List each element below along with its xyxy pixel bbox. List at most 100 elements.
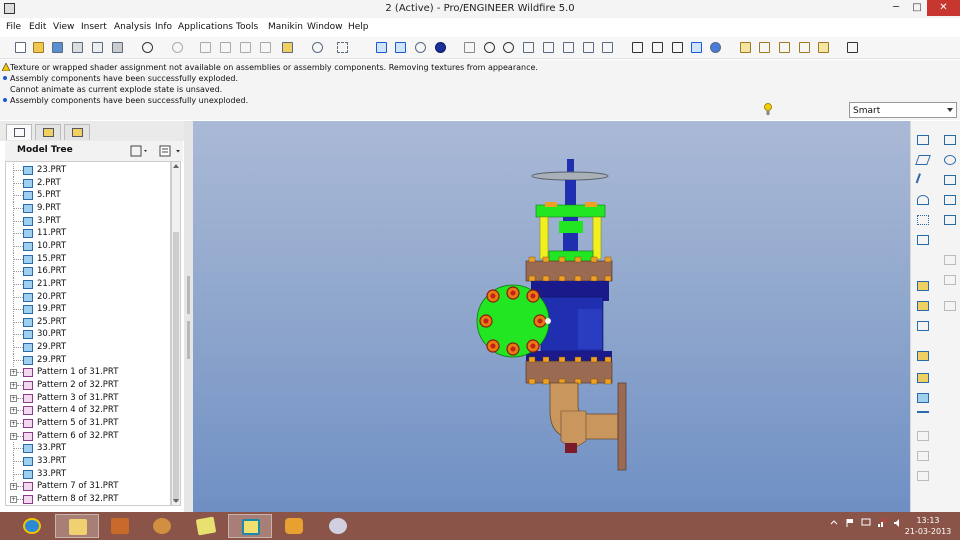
tree-item[interactable]: 3.PRT: [6, 214, 170, 228]
hidden-line-icon[interactable]: [650, 40, 665, 55]
expand-icon[interactable]: +: [10, 483, 17, 491]
show-icon[interactable]: [158, 144, 184, 158]
find-icon[interactable]: [310, 40, 325, 55]
explorer-icon[interactable]: [55, 514, 99, 538]
regenerate-icon[interactable]: [280, 40, 295, 55]
repaint-icon[interactable]: [393, 40, 408, 55]
undo-icon[interactable]: [140, 40, 155, 55]
menu-help[interactable]: Help: [348, 22, 369, 32]
tree-item[interactable]: + Pattern 8 of 32.PRT: [6, 493, 170, 505]
tree-item[interactable]: 11.PRT: [6, 227, 170, 241]
menu-info[interactable]: Info: [155, 22, 172, 32]
expand-icon[interactable]: +: [10, 495, 17, 503]
copy-icon[interactable]: [218, 40, 233, 55]
menu-view[interactable]: View: [53, 22, 74, 32]
open-icon[interactable]: [31, 40, 46, 55]
tree-item[interactable]: 33.PRT: [6, 454, 170, 468]
hole-tool-icon[interactable]: [943, 299, 957, 313]
flag-icon[interactable]: [845, 518, 855, 528]
tree-item[interactable]: + Pattern 2 of 32.PRT: [6, 379, 170, 392]
orient-mode-icon[interactable]: [462, 40, 477, 55]
expand-icon[interactable]: +: [10, 382, 17, 390]
tree-item[interactable]: + Pattern 7 of 31.PRT: [6, 480, 170, 493]
scroll-thumb[interactable]: [173, 232, 179, 502]
cut-tool-icon[interactable]: [916, 409, 930, 423]
datum-points-icon[interactable]: [777, 40, 792, 55]
skeleton-icon[interactable]: [916, 391, 930, 405]
graphics-window[interactable]: [193, 121, 910, 512]
cut-icon[interactable]: [198, 40, 213, 55]
valve-assembly-model[interactable]: [193, 121, 910, 512]
splitter-grip[interactable]: [187, 321, 190, 359]
tree-item[interactable]: 10.PRT: [6, 239, 170, 253]
new-icon[interactable]: [13, 40, 28, 55]
wireframe-icon[interactable]: [630, 40, 645, 55]
scroll-up-icon[interactable]: [173, 164, 179, 168]
tree-item[interactable]: 15.PRT: [6, 252, 170, 266]
expand-icon[interactable]: +: [10, 369, 17, 377]
print-icon[interactable]: [70, 40, 85, 55]
tree-item[interactable]: + Pattern 3 of 31.PRT: [6, 392, 170, 405]
tree-item[interactable]: 23.PRT: [6, 164, 170, 177]
annotations-icon[interactable]: [816, 40, 831, 55]
layers-icon[interactable]: [581, 40, 596, 55]
proe-icon[interactable]: [140, 514, 184, 538]
lightbulb-icon[interactable]: [764, 103, 772, 117]
axis-tool-icon[interactable]: [915, 173, 931, 187]
tree-item[interactable]: 2.PRT: [6, 176, 170, 190]
datum-point-icon[interactable]: [916, 213, 930, 227]
tree-item[interactable]: 25.PRT: [6, 315, 170, 329]
create-component-icon[interactable]: [916, 299, 930, 313]
navigator-splitter[interactable]: [184, 121, 193, 512]
datum-plane-icon[interactable]: [916, 133, 930, 147]
view-manager-icon[interactable]: [600, 40, 615, 55]
round-tool-icon[interactable]: [916, 429, 930, 443]
expand-icon[interactable]: +: [10, 407, 17, 415]
enhanced-realism-icon[interactable]: [708, 40, 723, 55]
notes-icon[interactable]: [184, 514, 228, 538]
model-tree-scrollbar[interactable]: [171, 161, 181, 506]
system-clock[interactable]: 13:13 21-03-2013: [900, 515, 956, 537]
tree-item[interactable]: 20.PRT: [6, 290, 170, 304]
scroll-down-icon[interactable]: [173, 499, 179, 503]
coordinate-tool-icon[interactable]: [943, 173, 957, 187]
minimize-button[interactable]: ─: [885, 0, 907, 16]
proe-launcher-icon[interactable]: [98, 514, 142, 538]
tree-item[interactable]: 33.PRT: [6, 467, 170, 481]
tree-item[interactable]: 33.PRT: [6, 442, 170, 456]
context-help-icon[interactable]: [845, 40, 860, 55]
plane-tool-icon[interactable]: [915, 153, 931, 167]
appearance-icon[interactable]: [433, 40, 448, 55]
ie-icon[interactable]: [10, 514, 54, 538]
tree-item[interactable]: 19.PRT: [6, 303, 170, 317]
spin-center-icon[interactable]: [413, 40, 428, 55]
menu-insert[interactable]: Insert: [81, 22, 107, 32]
zoom-in-icon[interactable]: [482, 40, 497, 55]
coordinate-systems-icon[interactable]: [797, 40, 812, 55]
tree-item[interactable]: 30.PRT: [6, 328, 170, 342]
refit-icon[interactable]: [521, 40, 536, 55]
menu-file[interactable]: File: [6, 22, 21, 32]
maximize-button[interactable]: □: [907, 0, 927, 16]
layout-icon[interactable]: [916, 371, 930, 385]
no-hidden-icon[interactable]: [670, 40, 685, 55]
datum-display-icon[interactable]: [374, 40, 389, 55]
paste-special-icon[interactable]: [258, 40, 273, 55]
menu-manikin[interactable]: Manikin: [268, 22, 303, 32]
menu-tools[interactable]: Tools: [236, 22, 258, 32]
expand-icon[interactable]: +: [10, 432, 17, 440]
menu-edit[interactable]: Edit: [29, 22, 46, 32]
tree-item[interactable]: + Pattern 5 of 31.PRT: [6, 417, 170, 430]
email-icon[interactable]: [90, 40, 105, 55]
package-icon[interactable]: [916, 349, 930, 363]
save-icon[interactable]: [50, 40, 65, 55]
expand-icon[interactable]: +: [10, 394, 17, 402]
tree-item[interactable]: 29.PRT: [6, 353, 170, 367]
tree-item[interactable]: 16.PRT: [6, 265, 170, 279]
tree-item[interactable]: 5.PRT: [6, 189, 170, 203]
reorient-icon[interactable]: [541, 40, 556, 55]
chamfer-tool-icon[interactable]: [916, 449, 930, 463]
point-tool-icon[interactable]: [943, 153, 957, 167]
redo-icon[interactable]: [170, 40, 185, 55]
datum-axes-icon[interactable]: [757, 40, 772, 55]
